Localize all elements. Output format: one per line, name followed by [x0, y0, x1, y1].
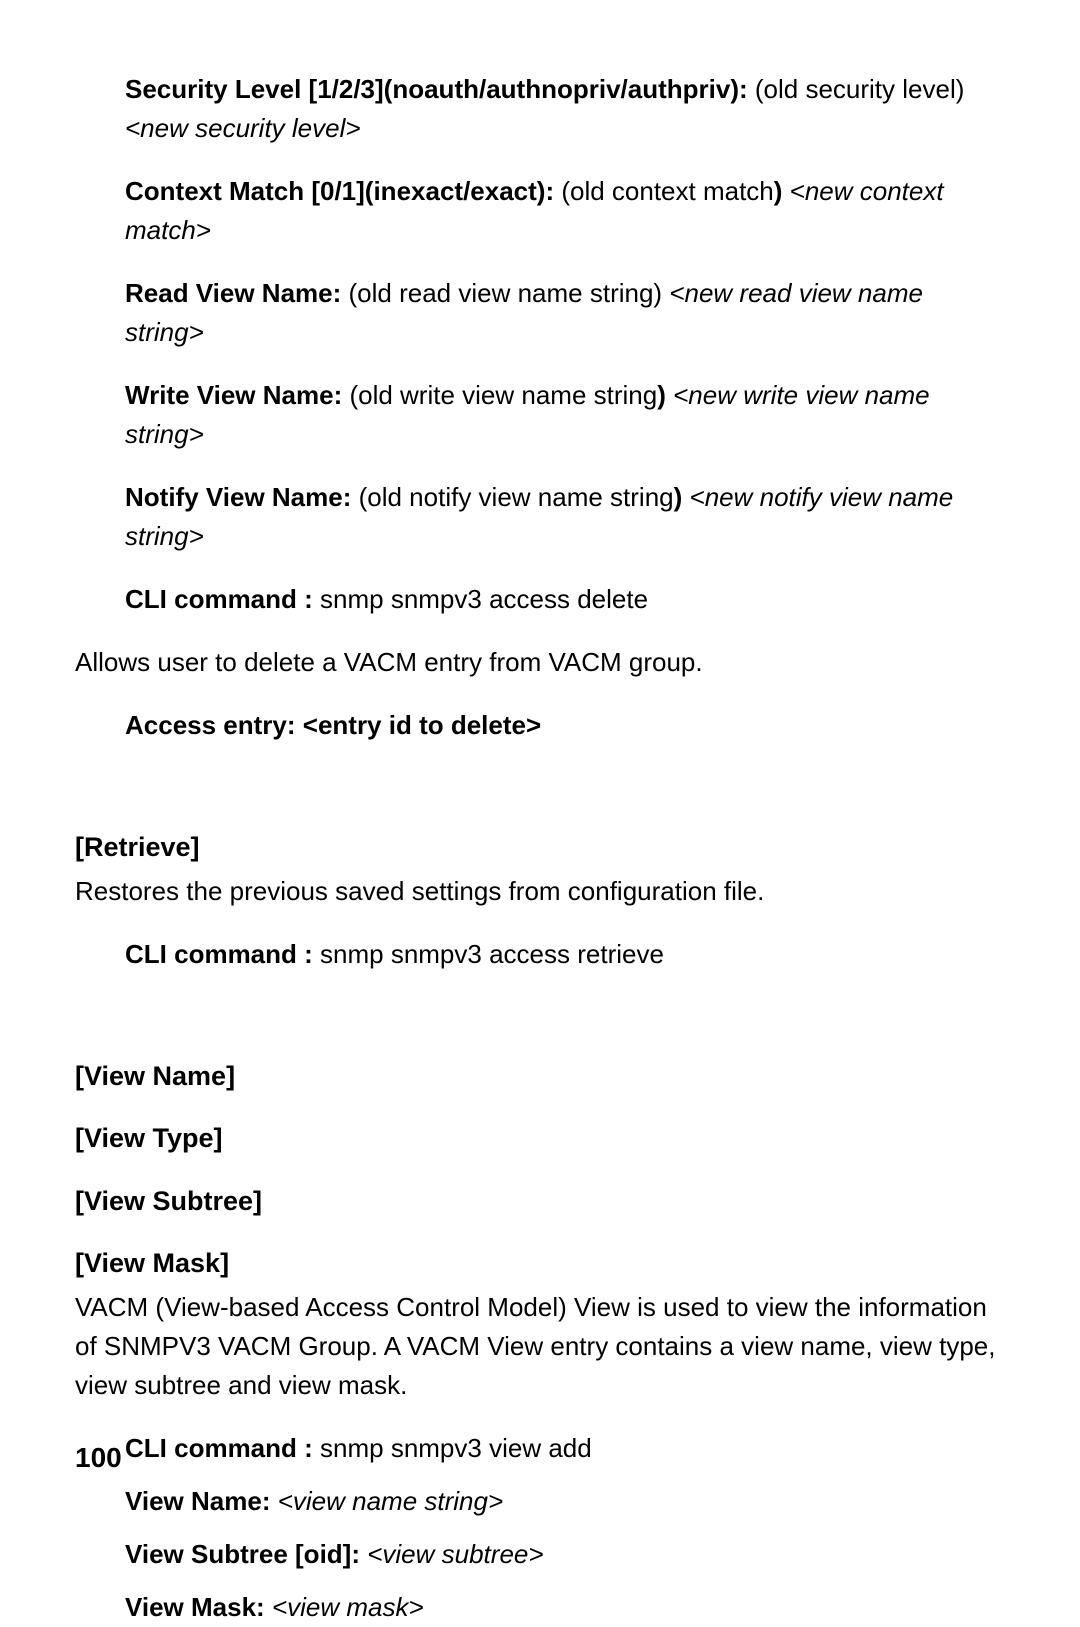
- view-subtree-value: <view subtree>: [367, 1539, 543, 1569]
- cli-view-add-value: snmp snmpv3 view add: [320, 1433, 592, 1463]
- write-view-label: Write View Name:: [125, 380, 349, 410]
- write-view-close: ): [657, 380, 673, 410]
- view-mask-line: View Mask: <view mask>: [125, 1588, 1005, 1627]
- view-name-value: <view name string>: [278, 1486, 503, 1516]
- notify-view-close: ): [674, 482, 690, 512]
- vacm-description: VACM (View-based Access Control Model) V…: [75, 1288, 1005, 1405]
- cli-view-add-label: CLI command :: [125, 1433, 320, 1463]
- view-subtree-heading: [View Subtree]: [75, 1181, 1005, 1222]
- security-level-old: (old security level): [755, 74, 965, 104]
- retrieve-heading: [Retrieve]: [75, 827, 1005, 868]
- notify-view-old: (old notify view name string: [359, 482, 674, 512]
- read-view-item: Read View Name: (old read view name stri…: [125, 274, 1005, 352]
- read-view-old: (old read view name string): [349, 278, 670, 308]
- view-mask-heading: [View Mask]: [75, 1243, 1005, 1284]
- view-mask-value: <view mask>: [272, 1592, 424, 1622]
- notify-view-label: Notify View Name:: [125, 482, 359, 512]
- page-number: 100: [75, 1437, 122, 1479]
- write-view-item: Write View Name: (old write view name st…: [125, 376, 1005, 454]
- view-type-heading: [View Type]: [75, 1118, 1005, 1159]
- view-name-line: View Name: <view name string>: [125, 1482, 1005, 1521]
- view-subtree-line: View Subtree [oid]: <view subtree>: [125, 1535, 1005, 1574]
- cli-delete-value: snmp snmpv3 access delete: [320, 584, 648, 614]
- delete-description: Allows user to delete a VACM entry from …: [75, 643, 1005, 682]
- cli-delete-line: CLI command : snmp snmpv3 access delete: [125, 580, 1005, 619]
- view-name-heading: [View Name]: [75, 1056, 1005, 1097]
- write-view-old: (old write view name string: [349, 380, 657, 410]
- notify-view-item: Notify View Name: (old notify view name …: [125, 478, 1005, 556]
- security-level-value: <new security level>: [125, 113, 361, 143]
- security-level-item: Security Level [1/2/3](noauth/authnopriv…: [125, 70, 1005, 148]
- cli-view-add-line: CLI command : snmp snmpv3 view add: [125, 1429, 1005, 1468]
- cli-retrieve-line: CLI command : snmp snmpv3 access retriev…: [125, 935, 1005, 974]
- context-match-old: (old context match: [561, 176, 773, 206]
- retrieve-description: Restores the previous saved settings fro…: [75, 872, 1005, 911]
- cli-retrieve-value: snmp snmpv3 access retrieve: [320, 939, 664, 969]
- cli-retrieve-label: CLI command :: [125, 939, 320, 969]
- read-view-label: Read View Name:: [125, 278, 349, 308]
- access-entry-line: Access entry: <entry id to delete>: [125, 706, 1005, 745]
- context-match-close: ): [774, 176, 790, 206]
- security-level-label: Security Level [1/2/3](noauth/authnopriv…: [125, 74, 755, 104]
- view-subtree-label: View Subtree [oid]:: [125, 1539, 367, 1569]
- view-name-label: View Name:: [125, 1486, 278, 1516]
- view-mask-label: View Mask:: [125, 1592, 272, 1622]
- context-match-label: Context Match [0/1](inexact/exact):: [125, 176, 561, 206]
- context-match-item: Context Match [0/1](inexact/exact): (old…: [125, 172, 1005, 250]
- cli-delete-label: CLI command :: [125, 584, 320, 614]
